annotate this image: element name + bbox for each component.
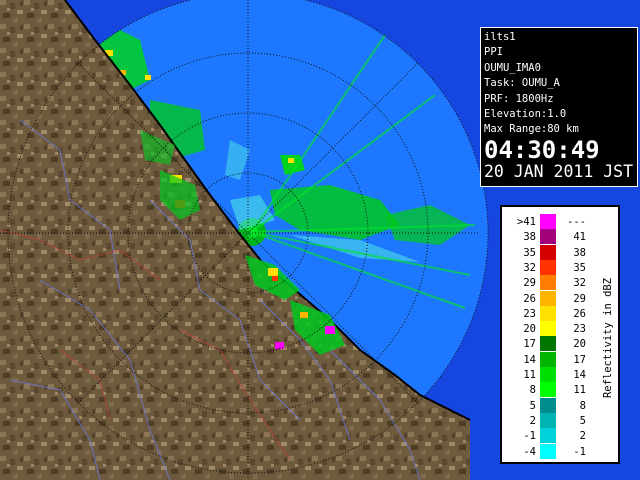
legend-left-value: 2	[529, 414, 536, 427]
task-name: OUMU_IMA0	[484, 61, 541, 74]
legend-left-value: 23	[523, 307, 536, 320]
legend-swatch	[540, 367, 556, 382]
legend-swatch	[540, 336, 556, 352]
legend-swatch	[540, 305, 556, 321]
legend-swatch	[540, 259, 556, 275]
radar-name: ilts1	[484, 31, 516, 43]
legend-swatch	[540, 351, 556, 367]
legend-right-value: 41	[573, 231, 586, 244]
legend-swatch	[540, 382, 556, 398]
legend-swatch	[540, 290, 556, 306]
legend-left-value: -4	[523, 445, 536, 458]
legend-right-value: 32	[573, 277, 586, 290]
legend-swatch	[540, 275, 556, 291]
product-type: PPI	[484, 46, 503, 59]
legend-left-value: 35	[523, 246, 536, 259]
legend-right-value: 23	[573, 323, 586, 336]
legend-swatch	[540, 443, 556, 459]
prf-label: PRF: 1800Hz	[484, 92, 554, 105]
legend-left-value: -1	[523, 430, 536, 443]
legend-left-value: 29	[523, 277, 536, 290]
legend-left-value: 38	[523, 231, 536, 244]
legend-swatch	[540, 229, 556, 245]
legend-left-value: 8	[529, 384, 536, 397]
legend-swatch	[540, 428, 556, 444]
legend-right-value: 29	[573, 292, 586, 305]
scan-date: 20 JAN 2011 JST	[484, 161, 634, 181]
task-label: Task: OUMU_A	[484, 77, 560, 90]
legend-swatch	[540, 321, 556, 337]
legend-unit: Reflectivity in dBZ	[602, 277, 614, 399]
legend-swatch	[540, 412, 556, 428]
scan-time: 04:30:49	[484, 135, 600, 164]
legend-right-value: 2	[579, 430, 586, 443]
legend-right-value: 26	[573, 307, 586, 320]
legend-right-value: 14	[573, 369, 586, 381]
legend-left-value: 5	[529, 399, 536, 412]
legend-left-value: 20	[523, 323, 536, 336]
legend-right-value: ---	[567, 216, 586, 228]
legend-right-value: 35	[573, 261, 586, 274]
legend-right-value: -1	[573, 445, 586, 458]
legend-swatch	[540, 244, 556, 260]
legend-right-value: 17	[573, 353, 586, 366]
elevation-label: Elevation:1.0	[484, 107, 567, 120]
legend-right-value: 38	[573, 246, 586, 259]
legend-left-value: 17	[523, 338, 536, 351]
legend-left-value: 32	[523, 261, 536, 274]
info-panel: ilts1 PPI OUMU_IMA0 Task: OUMU_A PRF: 18…	[480, 27, 638, 187]
legend-left-value: >41	[517, 216, 536, 228]
legend-right-value: 8	[579, 399, 586, 412]
legend-left-value: 26	[523, 292, 536, 305]
legend-right-value: 5	[579, 414, 586, 427]
legend-left-value: 14	[523, 353, 536, 366]
legend-swatch	[540, 214, 556, 229]
legend-right-value: 20	[573, 338, 586, 351]
legend-left-value: 11	[523, 369, 536, 381]
legend-right-value: 11	[573, 384, 586, 397]
legend-swatch	[540, 397, 556, 413]
